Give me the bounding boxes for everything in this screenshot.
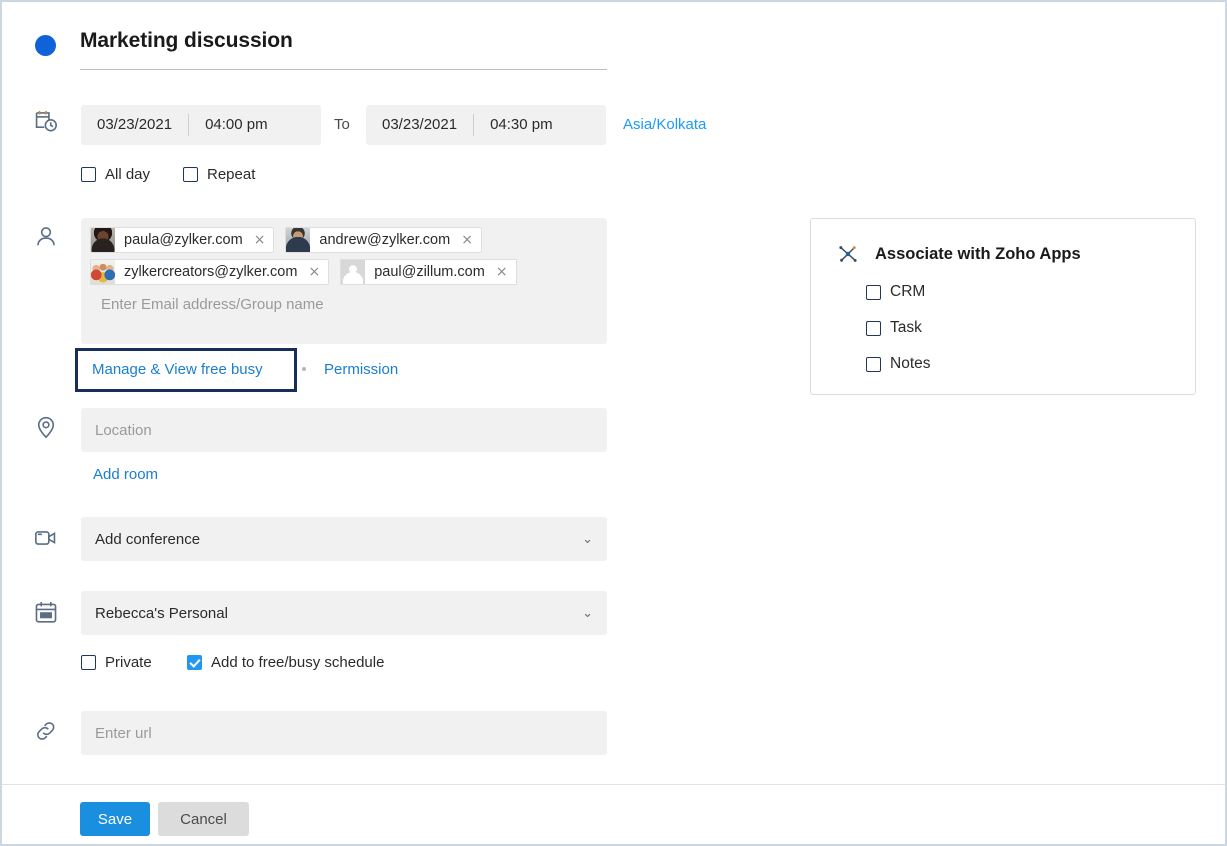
crm-label: CRM xyxy=(890,283,926,300)
checkbox-task[interactable]: Task xyxy=(866,319,922,337)
checkbox-add-to-free-busy-schedule[interactable]: Add to free/busy schedule xyxy=(187,654,384,671)
all-day-checkbox-box[interactable] xyxy=(81,167,96,182)
timezone-link[interactable]: Asia/Kolkata xyxy=(623,105,706,145)
remove-attendee-icon[interactable]: × xyxy=(461,233,473,247)
event-title-row: Marketing discussion xyxy=(2,24,1225,76)
group-avatar xyxy=(91,260,115,284)
attendee-email: zylkercreators@zylker.com xyxy=(124,264,298,280)
checkbox-all-day[interactable]: All day xyxy=(81,166,150,183)
cancel-button[interactable]: Cancel xyxy=(158,802,249,836)
crm-checkbox-box[interactable] xyxy=(866,284,881,300)
permission-link[interactable]: Permission xyxy=(324,357,398,383)
chevron-down-icon[interactable]: ⌄ xyxy=(582,607,593,620)
avatar xyxy=(91,228,115,252)
remove-attendee-icon[interactable]: × xyxy=(496,265,508,279)
footer-divider xyxy=(2,784,1225,785)
attendee-chip[interactable]: paul@zillum.com × xyxy=(340,259,517,285)
attendee-email: paul@zillum.com xyxy=(374,264,485,280)
checkbox-crm[interactable]: CRM xyxy=(866,283,925,301)
end-time-input[interactable]: 04:30 pm xyxy=(474,105,569,145)
url-input[interactable]: Enter url xyxy=(81,711,607,755)
avatar xyxy=(341,260,366,284)
attendee-person-icon xyxy=(33,224,61,252)
add-conference-select[interactable]: Add conference ⌄ xyxy=(81,517,607,561)
to-label: To xyxy=(334,116,350,133)
end-date-input[interactable]: 03/23/2021 xyxy=(366,105,473,145)
avatar xyxy=(286,228,311,252)
private-checkbox-box[interactable] xyxy=(81,655,96,670)
save-button[interactable]: Save xyxy=(80,802,150,836)
location-placeholder: Location xyxy=(95,421,152,439)
attendee-email-input[interactable]: Enter Email address/Group name xyxy=(101,296,598,313)
remove-attendee-icon[interactable]: × xyxy=(308,265,320,279)
attendee-chip-row-2: zylkercreators@zylker.com × paul@zillum.… xyxy=(90,259,598,285)
all-day-label: All day xyxy=(105,166,151,183)
event-editor-window: Marketing discussion 03/23/2021 04:00 pm… xyxy=(0,0,1227,846)
start-date-input[interactable]: 03/23/2021 xyxy=(81,105,188,145)
event-color-dot[interactable] xyxy=(35,35,56,56)
connection-nodes-icon xyxy=(837,243,859,265)
video-conference-icon xyxy=(33,525,61,553)
free-busy-label: Add to free/busy schedule xyxy=(211,654,385,671)
attendees-field[interactable]: paula@zylker.com × andrew@zylker.com × z… xyxy=(81,218,607,344)
calendar-select[interactable]: Rebecca's Personal ⌄ xyxy=(81,591,607,635)
task-label: Task xyxy=(890,319,922,336)
end-datetime-group[interactable]: 03/23/2021 04:30 pm xyxy=(366,105,606,145)
repeat-checkbox-box[interactable] xyxy=(183,167,198,182)
attendee-chip[interactable]: zylkercreators@zylker.com × xyxy=(90,259,330,285)
attendee-chip[interactable]: paula@zylker.com × xyxy=(90,227,275,253)
remove-attendee-icon[interactable]: × xyxy=(254,233,266,247)
location-input[interactable]: Location xyxy=(81,408,607,452)
zoho-apps-header: Associate with Zoho Apps xyxy=(837,243,1081,265)
checkbox-repeat[interactable]: Repeat xyxy=(183,166,255,183)
attendee-chip-row-1: paula@zylker.com × andrew@zylker.com × xyxy=(90,227,598,253)
zoho-apps-title: Associate with Zoho Apps xyxy=(875,244,1081,263)
attendee-email: andrew@zylker.com xyxy=(319,232,451,248)
chevron-down-icon[interactable]: ⌄ xyxy=(582,533,593,546)
event-title-input[interactable]: Marketing discussion xyxy=(80,24,607,70)
notes-checkbox-box[interactable] xyxy=(866,356,881,372)
start-time-input[interactable]: 04:00 pm xyxy=(189,105,284,145)
private-label: Private xyxy=(105,654,152,671)
conference-value: Add conference xyxy=(95,530,201,548)
link-separator-dot xyxy=(302,367,306,371)
date-time-icon xyxy=(33,108,61,136)
link-icon xyxy=(33,718,61,746)
add-room-link[interactable]: Add room xyxy=(93,466,158,483)
attendee-email: paula@zylker.com xyxy=(124,232,243,248)
calendar-value: Rebecca's Personal xyxy=(95,604,228,622)
free-busy-checkbox-box[interactable] xyxy=(187,655,202,670)
task-checkbox-box[interactable] xyxy=(866,320,881,336)
repeat-label: Repeat xyxy=(207,166,256,183)
location-pin-icon xyxy=(33,414,61,442)
calendar-icon xyxy=(33,599,61,627)
manage-view-free-busy-link[interactable]: Manage & View free busy xyxy=(92,357,263,383)
start-datetime-group[interactable]: 03/23/2021 04:00 pm xyxy=(81,105,321,145)
associate-zoho-apps-card: Associate with Zoho Apps CRM Task Notes xyxy=(810,218,1196,395)
attendee-chip[interactable]: andrew@zylker.com × xyxy=(285,227,482,253)
url-placeholder: Enter url xyxy=(95,724,152,742)
notes-label: Notes xyxy=(890,355,931,372)
checkbox-private[interactable]: Private xyxy=(81,654,152,671)
checkbox-notes[interactable]: Notes xyxy=(866,355,931,373)
